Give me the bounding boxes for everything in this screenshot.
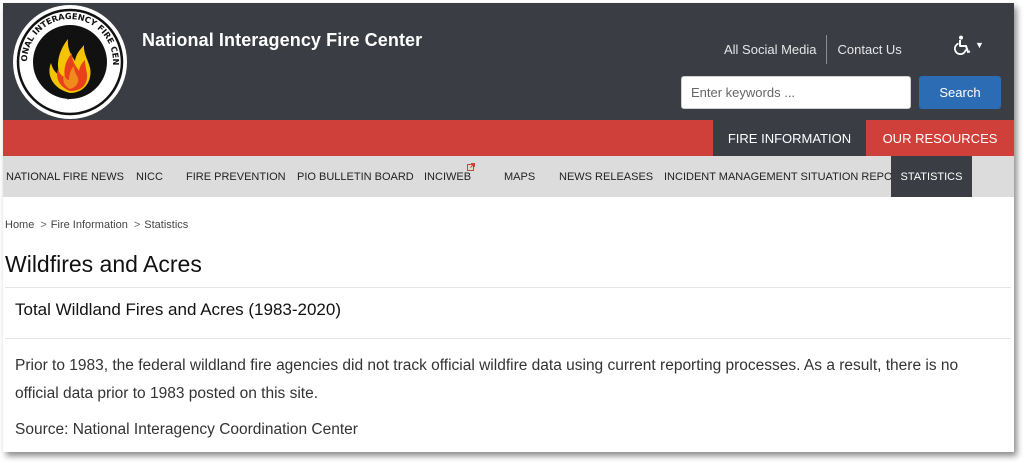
- sub-navigation: NATIONAL FIRE NEWS NICC FIRE PREVENTION …: [3, 156, 1014, 197]
- subnav-national-fire-news[interactable]: NATIONAL FIRE NEWS: [6, 156, 124, 197]
- breadcrumb-fire-information[interactable]: Fire Information: [51, 219, 128, 231]
- intro-paragraph: Prior to 1983, the federal wildland fire…: [15, 357, 959, 402]
- breadcrumb-statistics: Statistics: [144, 219, 189, 231]
- source-note: Source: National Interagency Coordinatio…: [15, 421, 358, 438]
- section-title: Total Wildland Fires and Acres (1983-202…: [15, 300, 341, 319]
- page-title: Wildfires and Acres: [5, 251, 202, 277]
- subnav-maps[interactable]: MAPS: [504, 156, 535, 197]
- breadcrumb: Home > Fire Information > Statistics: [5, 219, 188, 231]
- accessibility-menu[interactable]: ▼: [953, 33, 989, 57]
- subnav-fire-prevention[interactable]: FIRE PREVENTION: [186, 156, 286, 197]
- subnav-imsr[interactable]: INCIDENT MANAGEMENT SITUATION REPORT: [664, 156, 907, 197]
- wheelchair-icon: [954, 35, 971, 55]
- content-section: Total Wildland Fires and Acres (1983-202…: [5, 287, 1011, 447]
- main-tabs-bar: FIRE INFORMATION OUR RESOURCES: [3, 120, 1014, 156]
- site-title[interactable]: National Interagency Fire Center: [142, 30, 422, 51]
- section-divider: [5, 338, 1011, 339]
- external-link-icon: [467, 163, 475, 171]
- breadcrumb-separator: >: [133, 219, 141, 231]
- chevron-down-icon: ▼: [975, 40, 984, 50]
- util-divider: [825, 35, 827, 64]
- page-frame: NATIONAL INTERAGENCY FIRE CENTER Boise, …: [3, 3, 1014, 452]
- search-button[interactable]: Search: [919, 76, 1001, 109]
- breadcrumb-separator: >: [40, 219, 47, 231]
- subnav-news-releases[interactable]: NEWS RELEASES: [559, 156, 653, 197]
- utility-nav: All Social Media Contact Us: [724, 35, 902, 64]
- subnav-pio-bulletin-board[interactable]: PIO BULLETIN BOARD: [297, 156, 414, 197]
- subnav-nicc[interactable]: NICC: [136, 156, 163, 197]
- site-header: NATIONAL INTERAGENCY FIRE CENTER Boise, …: [3, 3, 1014, 120]
- subnav-statistics[interactable]: STATISTICS: [891, 156, 972, 197]
- nifc-logo[interactable]: NATIONAL INTERAGENCY FIRE CENTER Boise, …: [13, 5, 127, 119]
- tab-our-resources[interactable]: OUR RESOURCES: [866, 120, 1014, 156]
- search-input[interactable]: [681, 76, 911, 109]
- subnav-inciweb[interactable]: INCIWEB: [424, 156, 475, 197]
- social-media-link[interactable]: All Social Media: [724, 42, 817, 57]
- subnav-inciweb-label: INCIWEB: [424, 170, 472, 183]
- breadcrumb-home[interactable]: Home: [5, 219, 34, 231]
- tab-fire-information[interactable]: FIRE INFORMATION: [713, 120, 866, 156]
- contact-us-link[interactable]: Contact Us: [838, 42, 902, 57]
